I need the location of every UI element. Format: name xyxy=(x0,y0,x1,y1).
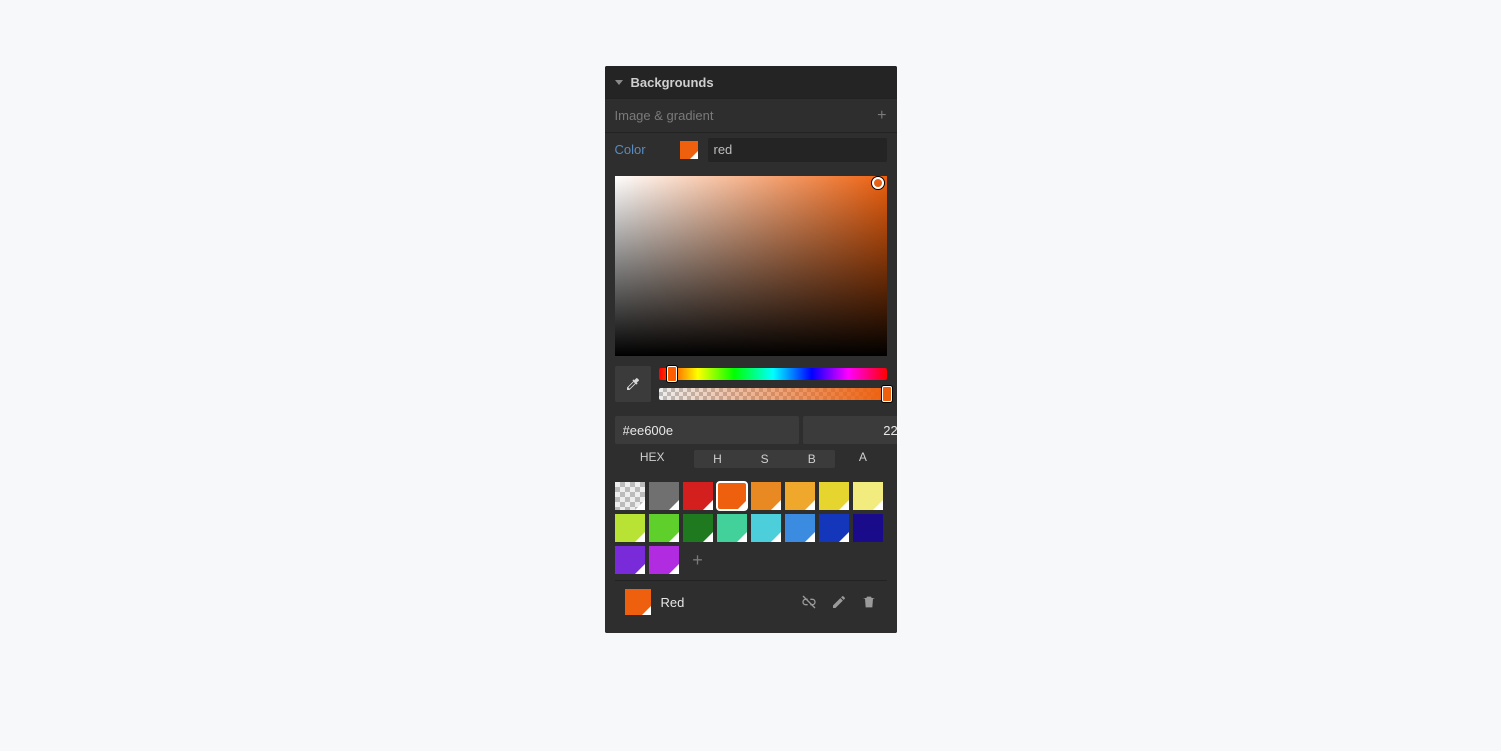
swatch-yellow[interactable] xyxy=(819,482,849,510)
color-row: Color red xyxy=(605,132,897,166)
hex-input[interactable] xyxy=(615,416,799,444)
pencil-icon[interactable] xyxy=(831,594,847,610)
swatch-orange-2[interactable] xyxy=(751,482,781,510)
eyedropper-button[interactable] xyxy=(615,366,651,402)
image-gradient-label: Image & gradient xyxy=(615,108,714,123)
image-gradient-row: Image & gradient + xyxy=(605,98,897,132)
swatch-cyan[interactable] xyxy=(751,514,781,542)
alpha-handle[interactable] xyxy=(882,386,892,402)
hue-slider[interactable] xyxy=(659,368,887,380)
color-value-text: red xyxy=(714,142,733,157)
footer-swatch-name: Red xyxy=(661,595,791,610)
swatch-blue[interactable] xyxy=(785,514,815,542)
swatch-grey[interactable] xyxy=(649,482,679,510)
hex-label: HEX xyxy=(615,450,690,468)
swatch-teal[interactable] xyxy=(717,514,747,542)
unlink-icon[interactable] xyxy=(801,594,817,610)
swatch-red[interactable] xyxy=(683,482,713,510)
swatch-magenta[interactable] xyxy=(649,546,679,574)
h-label: H xyxy=(694,450,741,468)
swatch-dark-green[interactable] xyxy=(683,514,713,542)
h-input[interactable] xyxy=(803,416,897,444)
chevron-down-icon xyxy=(615,80,623,85)
backgrounds-panel: Backgrounds Image & gradient + Color red xyxy=(605,66,897,633)
swatch-green[interactable] xyxy=(649,514,679,542)
b-label: B xyxy=(788,450,835,468)
eyedropper-icon xyxy=(625,376,641,392)
swatch-amber[interactable] xyxy=(785,482,815,510)
swatch-navy[interactable] xyxy=(853,514,883,542)
swatch-pale-yellow[interactable] xyxy=(853,482,883,510)
swatch-detail-footer: Red xyxy=(615,580,887,623)
add-image-gradient-button[interactable]: + xyxy=(877,108,886,124)
footer-swatch[interactable] xyxy=(625,589,651,615)
trash-icon[interactable] xyxy=(861,594,877,610)
alpha-slider[interactable] xyxy=(659,388,887,400)
hue-handle[interactable] xyxy=(667,366,677,382)
s-label: S xyxy=(741,450,788,468)
color-picker: HEX H S B A + Red xyxy=(605,166,897,633)
current-color-swatch[interactable] xyxy=(680,141,698,159)
sb-handle[interactable] xyxy=(872,177,884,189)
section-title: Backgrounds xyxy=(631,75,714,90)
color-value-field[interactable]: red xyxy=(708,138,887,162)
a-label: A xyxy=(839,450,886,468)
swatch-lime[interactable] xyxy=(615,514,645,542)
swatch-royal[interactable] xyxy=(819,514,849,542)
add-swatch-button[interactable]: + xyxy=(683,546,713,574)
swatch-orange[interactable] xyxy=(717,482,747,510)
section-header[interactable]: Backgrounds xyxy=(605,66,897,98)
color-label: Color xyxy=(615,142,670,157)
hsb-mode-toggle[interactable]: H S B xyxy=(694,450,835,468)
swatches-grid: + xyxy=(615,482,887,574)
saturation-brightness-area[interactable] xyxy=(615,176,887,356)
swatch-transparent[interactable] xyxy=(615,482,645,510)
swatch-violet[interactable] xyxy=(615,546,645,574)
